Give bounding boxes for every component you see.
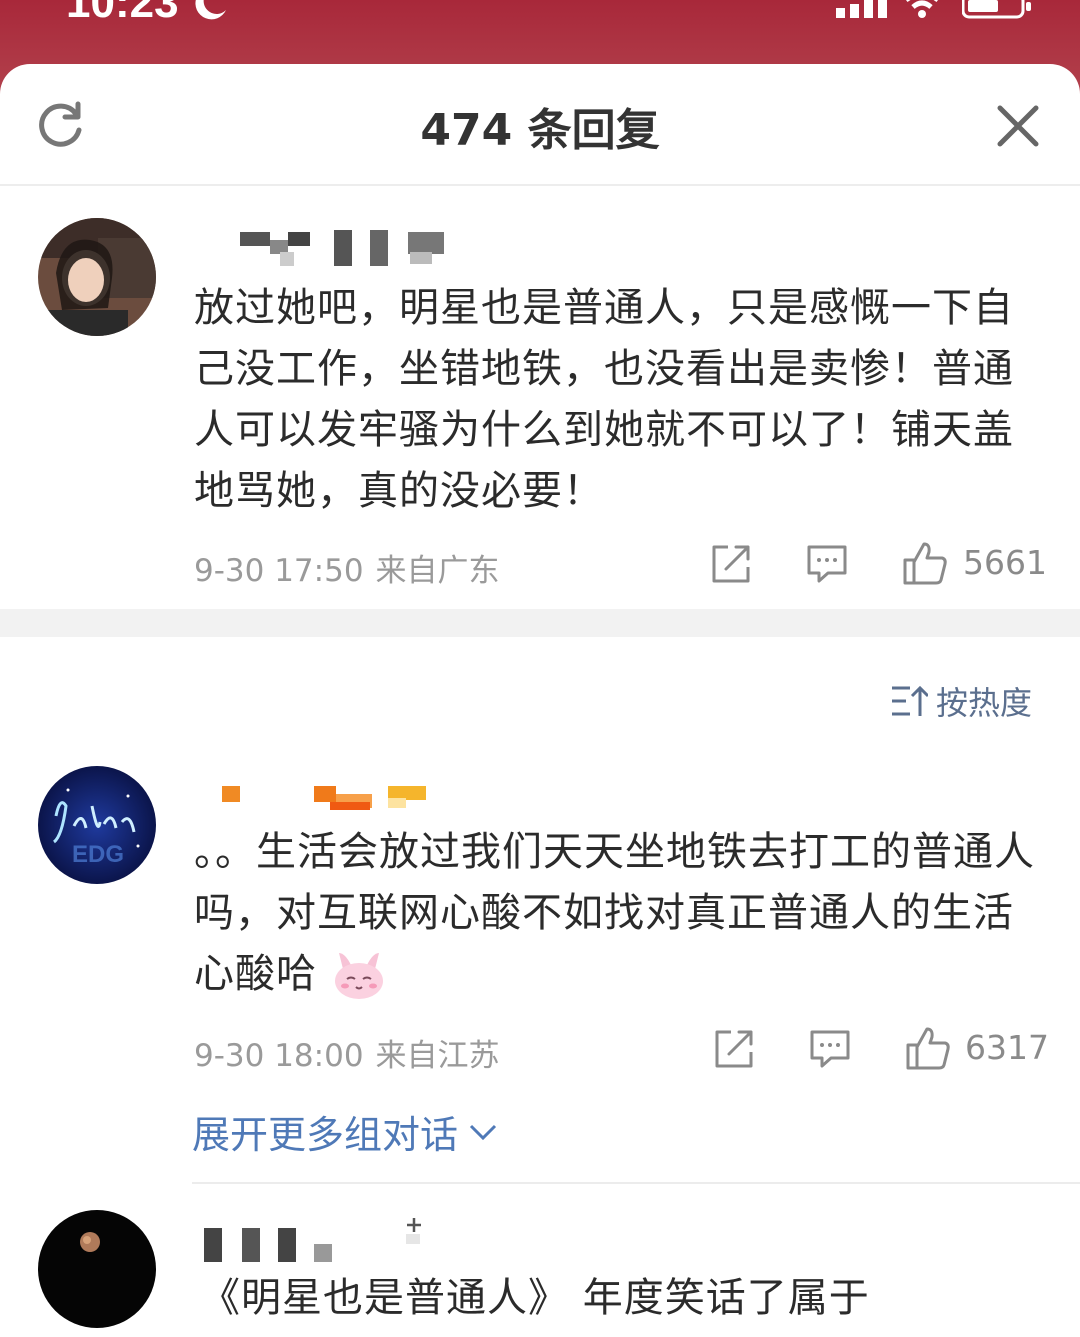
- comment-date: 9-30 18:00: [194, 1038, 364, 1074]
- comment-text: 。。生活会放过我们天天坐地铁去打工的普通人吗，对互联网心酸不如找对真正普通人的生…: [194, 822, 1044, 1005]
- close-icon[interactable]: [996, 104, 1040, 148]
- thread-divider: [192, 1182, 1080, 1184]
- comment-text: 放过她吧，明星也是普通人，只是感慨一下自己没工作，坐错地铁，也没看出是卖惨！普通…: [194, 285, 1014, 514]
- sort-label: 按热度: [936, 684, 1033, 722]
- comment-icon[interactable]: [809, 1028, 851, 1070]
- share-icon[interactable]: [710, 543, 752, 585]
- bunny-emoji-icon: [334, 953, 383, 999]
- battery-icon: [962, 0, 1031, 19]
- sort-icon: [892, 685, 928, 716]
- section-divider: [0, 609, 1080, 637]
- comment-location: 来自江苏: [375, 1038, 500, 1074]
- username-masked[interactable]: [196, 228, 496, 278]
- like-icon[interactable]: [902, 540, 948, 586]
- like-icon[interactable]: [905, 1025, 951, 1071]
- sort-toggle[interactable]: 按热度: [890, 678, 1032, 724]
- sheet-header: 474 条回复: [0, 64, 1080, 186]
- moon-icon: [195, 0, 226, 20]
- comment-meta: 9-30 18:00 来自江苏: [194, 1030, 500, 1075]
- replies-sheet: 474 条回复 放过她吧，明星也是普通人，只是感慨一下自己没工作，坐错地铁，也没…: [0, 64, 1080, 1337]
- share-icon[interactable]: [713, 1028, 755, 1070]
- expand-more-link[interactable]: 展开更多组对话: [192, 1104, 498, 1159]
- expand-label: 展开更多组对话: [192, 1113, 459, 1157]
- wifi-icon: [906, 0, 938, 18]
- comment-meta: 9-30 17:50 来自广东: [194, 545, 500, 590]
- status-time: 10:23: [66, 0, 179, 27]
- avatar[interactable]: EDG: [38, 766, 156, 884]
- comment-text: 《明星也是普通人》 年度笑话了属于: [200, 1275, 870, 1321]
- like-count: 6317: [965, 1028, 1049, 1067]
- comment-text-body: 。。生活会放过我们天天坐地铁去打工的普通人吗，对互联网心酸不如找对真正普通人的生…: [194, 829, 1035, 997]
- username-masked[interactable]: [196, 1214, 496, 1264]
- comment-date: 9-30 17:50: [194, 553, 364, 589]
- avatar[interactable]: [38, 1210, 156, 1328]
- signal-icon: [836, 0, 887, 18]
- page-title: 474 条回复: [420, 105, 660, 156]
- svg-text:EDG: EDG: [72, 841, 124, 868]
- chevron-down-icon: [469, 1124, 497, 1140]
- avatar[interactable]: [38, 218, 156, 336]
- like-count: 5661: [963, 543, 1047, 582]
- comment-icon[interactable]: [806, 543, 848, 585]
- comment-location: 来自广东: [375, 553, 500, 589]
